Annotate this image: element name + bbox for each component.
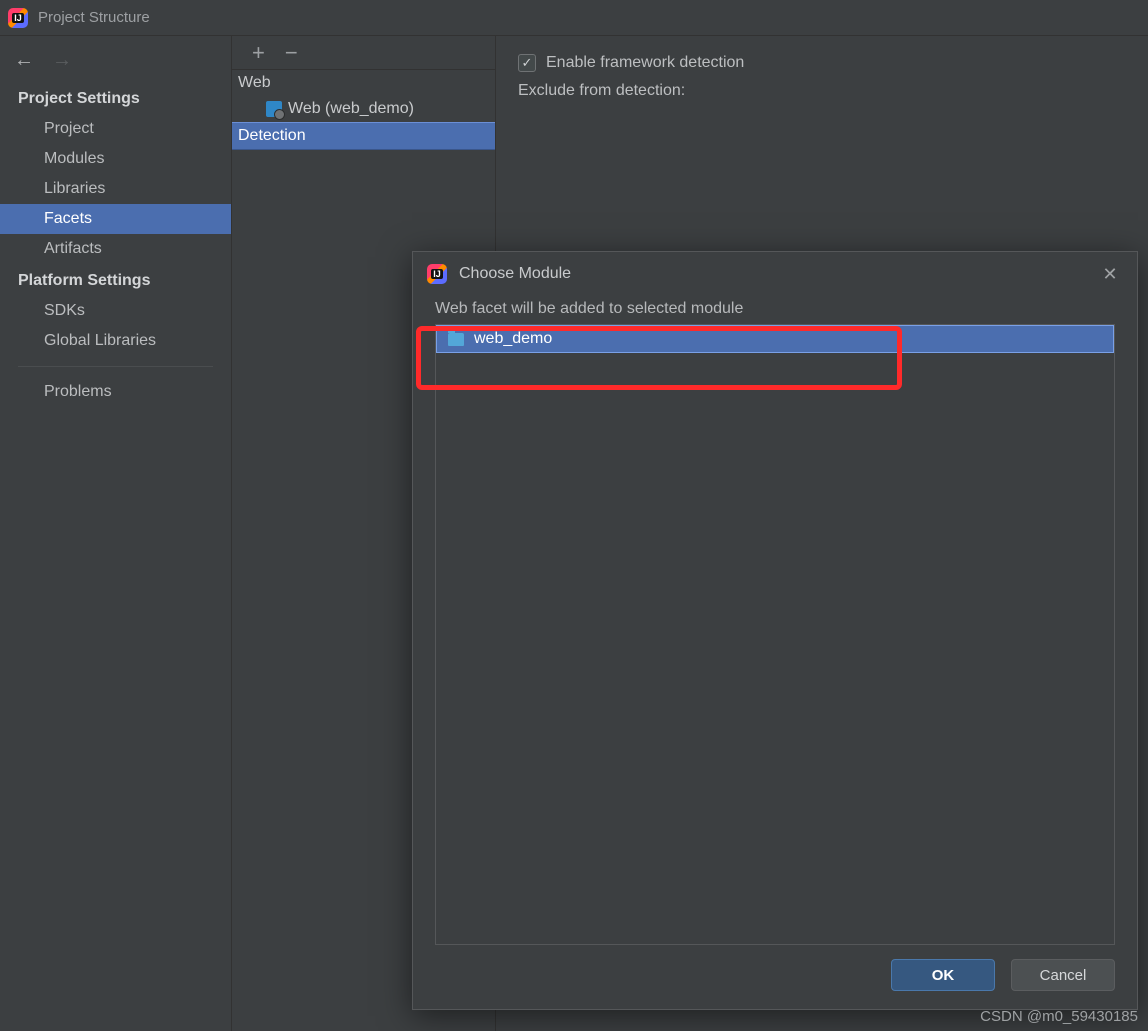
- intellij-icon: IJ: [8, 8, 28, 28]
- intellij-icon: IJ: [427, 264, 447, 284]
- choose-module-dialog: IJ Choose Module ✕ Web facet will be add…: [412, 251, 1138, 1010]
- remove-icon[interactable]: −: [285, 42, 298, 64]
- sidebar-item-modules[interactable]: Modules: [0, 144, 231, 174]
- forward-arrow-icon[interactable]: →: [52, 50, 72, 70]
- exclude-label: Exclude from detection:: [518, 82, 1126, 100]
- sidebar-item-libraries[interactable]: Libraries: [0, 174, 231, 204]
- module-name: web_demo: [474, 330, 552, 348]
- sidebar-item-problems[interactable]: Problems: [0, 377, 231, 407]
- module-folder-icon: [448, 333, 464, 346]
- sidebar-item-artifacts[interactable]: Artifacts: [0, 234, 231, 264]
- sidebar-item-global-libraries[interactable]: Global Libraries: [0, 326, 231, 356]
- tree-node-web-demo-label: Web (web_demo): [288, 100, 414, 118]
- window-title: Project Structure: [38, 9, 150, 26]
- ok-button[interactable]: OK: [891, 959, 995, 991]
- tree-node-web[interactable]: Web: [232, 70, 495, 96]
- dialog-titlebar: IJ Choose Module ✕: [413, 252, 1137, 296]
- watermark: CSDN @m0_59430185: [980, 1008, 1138, 1025]
- sidebar-item-project[interactable]: Project: [0, 114, 231, 144]
- tree-toolbar: + −: [232, 36, 495, 70]
- module-list: web_demo: [435, 324, 1115, 945]
- sidebar-item-sdks[interactable]: SDKs: [0, 296, 231, 326]
- tree-node-web-demo[interactable]: Web (web_demo): [232, 96, 495, 122]
- cancel-button[interactable]: Cancel: [1011, 959, 1115, 991]
- section-platform-settings: Platform Settings: [0, 264, 231, 296]
- add-icon[interactable]: +: [252, 42, 265, 64]
- web-facet-icon: [266, 101, 282, 117]
- enable-detection-label: Enable framework detection: [546, 54, 744, 72]
- sidebar-divider: [18, 366, 213, 367]
- tree-node-detection[interactable]: Detection: [232, 122, 495, 150]
- back-arrow-icon[interactable]: ←: [14, 50, 34, 70]
- titlebar: IJ Project Structure: [0, 0, 1148, 36]
- dialog-buttons: OK Cancel: [413, 945, 1137, 1009]
- dialog-subtitle: Web facet will be added to selected modu…: [413, 296, 1137, 324]
- enable-detection-row[interactable]: Enable framework detection: [518, 54, 1126, 72]
- dialog-title: Choose Module: [459, 265, 571, 283]
- module-list-item[interactable]: web_demo: [436, 325, 1114, 353]
- nav-arrows: ← →: [0, 42, 231, 82]
- enable-detection-checkbox[interactable]: [518, 54, 536, 72]
- section-project-settings: Project Settings: [0, 82, 231, 114]
- sidebar-item-facets[interactable]: Facets: [0, 204, 231, 234]
- close-icon[interactable]: ✕: [1097, 264, 1123, 285]
- sidebar: ← → Project Settings Project Modules Lib…: [0, 36, 232, 1031]
